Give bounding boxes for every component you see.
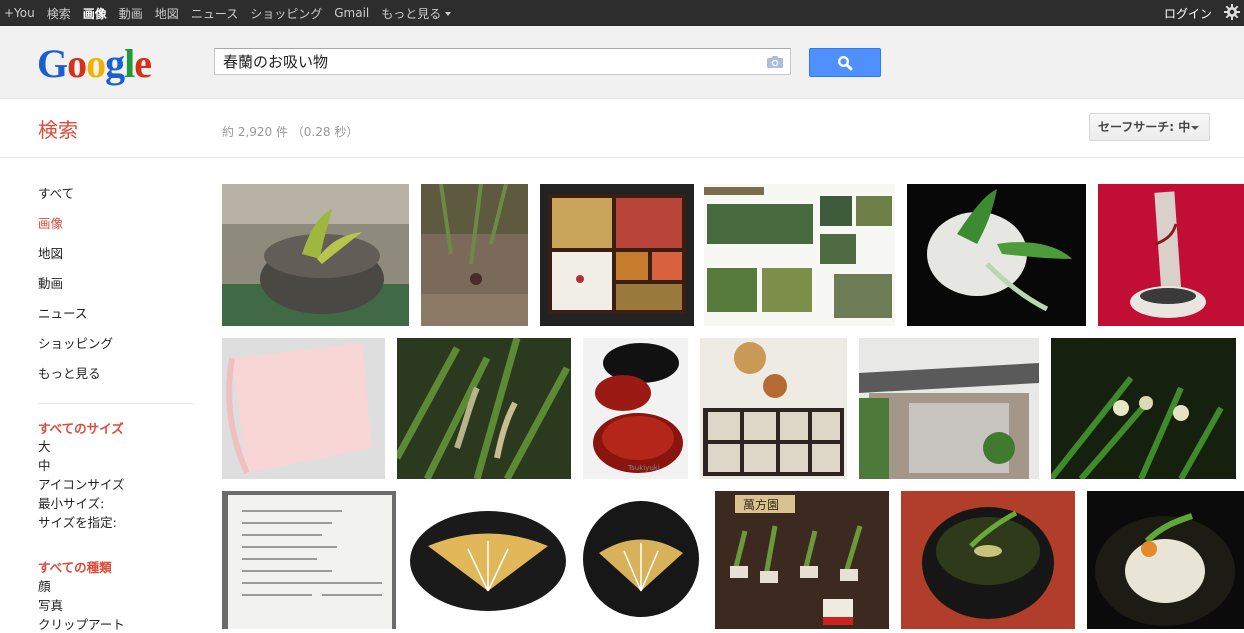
top-nav-more-label: もっと見る [381,6,442,21]
image-thumb[interactable] [1051,338,1236,479]
image-thumb-graphic [901,491,1075,629]
left-nav: すべて 画像 地図 動画 ニュース ショッピング もっと見る すべてのサイズ 大… [38,183,193,632]
image-thumb[interactable] [408,491,567,629]
top-nav: +You 検索 画像 動画 地図 ニュース ショッピング Gmail もっと見る [0,0,459,26]
leftnav-item-more[interactable]: もっと見る [38,363,193,393]
image-thumb-graphic [907,184,1086,326]
shop-sign: 萬方園 [743,497,779,512]
leftnav-item-news[interactable]: ニュース [38,303,193,333]
top-nav-video[interactable]: 動画 [119,5,143,22]
top-nav-images[interactable]: 画像 [83,5,107,22]
leftnav-item-maps[interactable]: 地図 [38,243,193,273]
result-stats: 約 2,920 件 （0.28 秒） [222,125,359,139]
leftnav-item-video[interactable]: 動画 [38,273,193,303]
search-button[interactable] [809,48,881,77]
size-filter-large[interactable]: 大 [38,436,51,455]
image-thumb-graphic [408,491,567,629]
image-thumb-graphic [222,491,396,629]
image-thumb-graphic [859,338,1039,479]
image-thumb[interactable] [704,184,895,326]
image-thumb[interactable] [700,338,847,479]
top-bar: +You 検索 画像 動画 地図 ニュース ショッピング Gmail もっと見る… [0,0,1244,26]
top-nav-search[interactable]: 検索 [47,5,71,22]
top-nav-more[interactable]: もっと見る [381,5,452,22]
image-thumb[interactable] [859,338,1039,479]
image-thumb[interactable] [1098,184,1244,326]
image-thumb[interactable] [901,491,1075,629]
header: Google [0,26,1244,99]
leftnav-item-all[interactable]: すべて [38,183,193,213]
chevron-down-icon [445,12,452,16]
image-thumb-graphic: Tsukiyuki [583,338,688,479]
image-thumb-graphic [700,338,847,479]
search-box [214,48,791,75]
top-nav-maps[interactable]: 地図 [155,5,179,22]
image-thumb[interactable] [222,184,409,326]
image-thumb[interactable] [907,184,1086,326]
top-nav-gmail[interactable]: Gmail [334,6,369,20]
page-title: 検索 [38,118,78,142]
size-filter-minimum[interactable]: 最小サイズ: [38,493,104,512]
gear-icon[interactable] [1224,4,1240,20]
top-nav-you[interactable]: +You [4,6,35,20]
type-filter-photo[interactable]: 写真 [38,595,63,614]
image-watermark: Tsukiyuki [627,464,660,472]
image-thumb[interactable] [540,184,694,326]
safe-search-label: セーフサーチ: 中 [1098,120,1191,134]
image-thumb[interactable] [397,338,571,479]
image-thumb-graphic [222,184,409,326]
image-thumb[interactable]: Tsukiyuki [583,338,688,479]
login-link[interactable]: ログイン [1164,5,1212,22]
search-input[interactable] [215,49,761,74]
size-filter-icon[interactable]: アイコンサイズ [38,474,125,493]
chevron-down-icon [1191,126,1199,130]
image-thumb[interactable] [222,338,385,479]
image-thumb-graphic [704,184,895,326]
image-thumb-graphic [421,184,528,326]
image-thumb[interactable] [579,491,703,629]
image-thumb-graphic [1087,491,1244,629]
image-thumb-graphic [222,338,385,479]
safe-search-button[interactable]: セーフサーチ: 中 [1089,113,1210,141]
image-thumb-graphic [540,184,694,326]
image-thumb-graphic [397,338,571,479]
top-nav-shopping[interactable]: ショッピング [250,5,322,22]
size-filter-medium[interactable]: 中 [38,455,51,474]
camera-icon[interactable] [766,55,784,69]
size-filter-header[interactable]: すべてのサイズ [38,418,124,437]
image-thumb[interactable] [1087,491,1244,629]
image-thumb[interactable]: 萬方園 [715,491,889,629]
image-thumb[interactable] [421,184,528,326]
google-logo[interactable]: Google [37,40,152,87]
image-thumb-graphic [579,491,703,629]
leftnav-divider [38,403,193,404]
results-header: 検索 約 2,920 件 （0.28 秒） セーフサーチ: 中 [0,99,1244,158]
leftnav-item-images[interactable]: 画像 [38,213,193,243]
image-thumb-graphic [1098,184,1244,326]
search-icon [837,55,853,71]
type-filter-clipart[interactable]: クリップアート [38,614,125,633]
top-nav-news[interactable]: ニュース [191,5,238,22]
image-thumb[interactable] [222,491,396,629]
image-thumb-graphic: 萬方園 [715,491,889,629]
type-filter-header[interactable]: すべての種類 [38,557,112,576]
image-thumb-graphic [1051,338,1236,479]
leftnav-item-shopping[interactable]: ショッピング [38,333,193,363]
size-filter-custom[interactable]: サイズを指定: [38,512,117,531]
type-filter-face[interactable]: 顔 [38,576,51,595]
